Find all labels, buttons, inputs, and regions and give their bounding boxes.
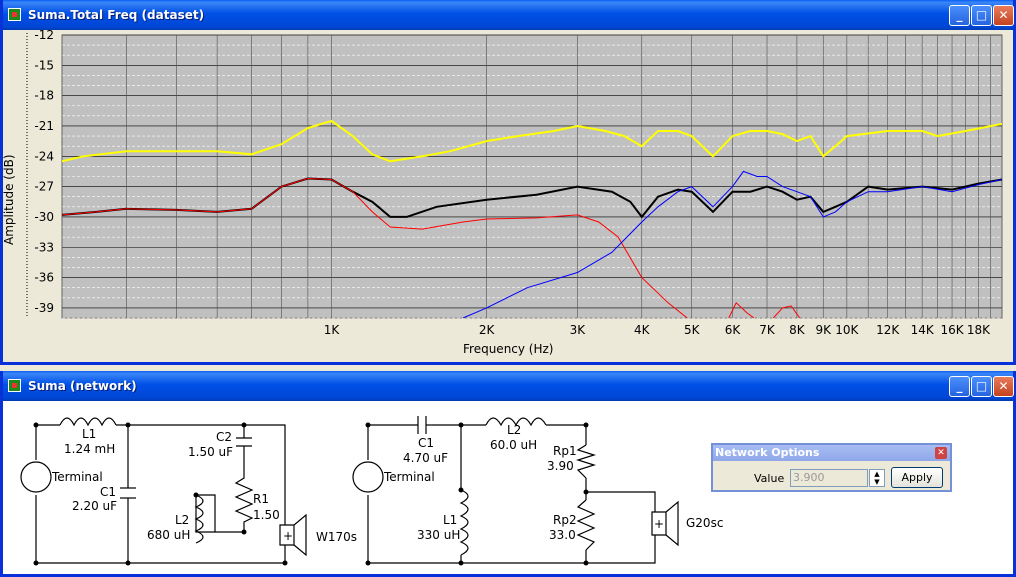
l2b-name: L2 xyxy=(507,423,522,437)
l1-name: L1 xyxy=(82,427,97,441)
r1-name: R1 xyxy=(253,492,269,506)
l1-value: 1.24 mH xyxy=(64,442,116,456)
speaker1-label: W170s xyxy=(316,530,358,544)
l1b-value: 330 uH xyxy=(417,528,461,542)
inductor-l1b-icon xyxy=(459,489,469,556)
inductor-l1-icon xyxy=(59,417,117,427)
resistor-rp2-icon xyxy=(576,499,596,551)
c1b-name: C1 xyxy=(418,436,435,450)
apply-button[interactable]: Apply xyxy=(891,467,943,488)
c1b-value: 4.70 uF xyxy=(403,451,449,465)
rp1-value: 3.90 xyxy=(547,459,574,473)
l2b-value: 60.0 uH xyxy=(490,438,538,452)
svg-text:+: + xyxy=(654,517,664,531)
rp2-name: Rp2 xyxy=(553,513,577,527)
network-options-title[interactable]: Network Options xyxy=(713,445,950,461)
r1-value: 1.50 xyxy=(253,508,280,522)
network-options-dialog: Network Options ✕ Value 3.900 ▲ ▼ Apply xyxy=(711,443,952,492)
c2-value: 1.50 uF xyxy=(188,445,234,459)
value-spinner[interactable]: ▲ ▼ xyxy=(869,469,885,487)
rp2-value: 33.0 xyxy=(549,528,576,542)
resistor-rp1-icon xyxy=(575,444,597,479)
speaker2-label: G20sc xyxy=(686,516,724,530)
value-label: Value xyxy=(754,472,785,485)
terminal1-label: Terminal xyxy=(52,470,103,484)
rp1-name: Rp1 xyxy=(553,444,577,458)
svg-text:+: + xyxy=(283,529,293,543)
terminal1-icon xyxy=(20,461,52,493)
terminal2-icon xyxy=(352,461,384,493)
c1-name: C1 xyxy=(100,485,117,499)
c2-name: C2 xyxy=(216,430,233,444)
l2-value: 680 uH xyxy=(147,528,191,542)
l2-name: L2 xyxy=(175,513,190,527)
terminal2-label: Terminal xyxy=(384,470,435,484)
l1b-name: L1 xyxy=(443,513,458,527)
c1-value: 2.20 uF xyxy=(72,499,118,513)
value-input[interactable]: 3.900 xyxy=(790,469,868,487)
inductor-l2-icon xyxy=(194,494,204,544)
close-icon[interactable]: ✕ xyxy=(935,447,947,459)
